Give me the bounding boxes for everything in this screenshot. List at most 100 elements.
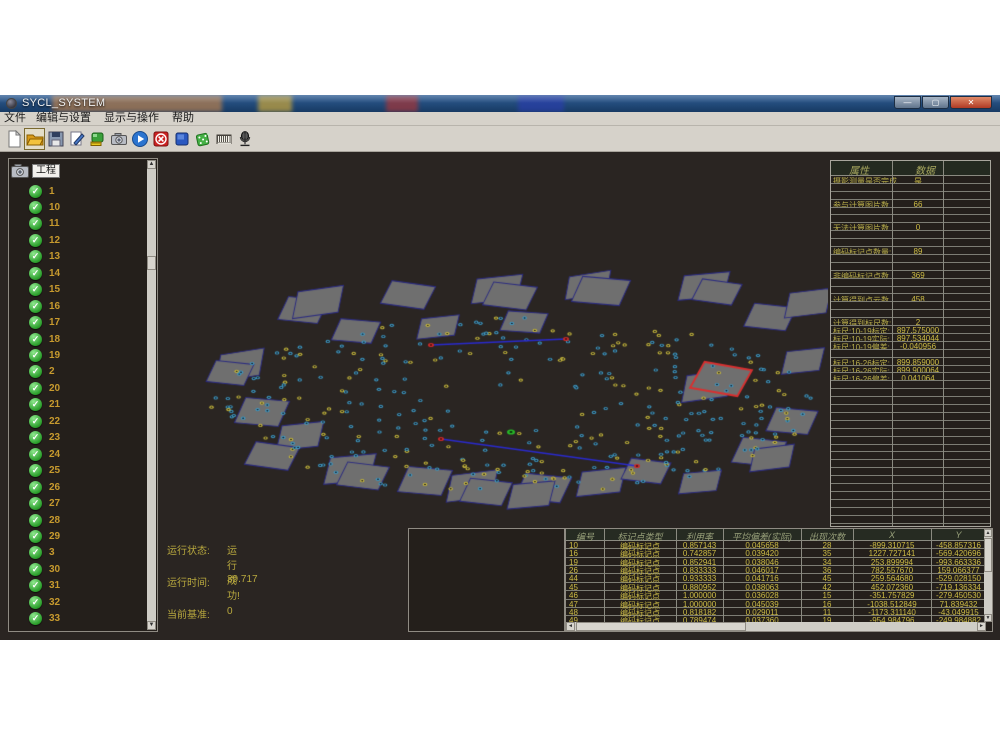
tree-item-label: 11 (49, 218, 60, 229)
tree-item[interactable]: ✓1 (29, 183, 55, 199)
toolbar-points-button[interactable] (192, 128, 213, 150)
project-tree-header[interactable]: 工程 (11, 163, 60, 179)
stats-row (831, 429, 990, 437)
tree-item[interactable]: ✓16 (29, 298, 60, 314)
toolbar-stop-button[interactable] (150, 128, 171, 150)
tree-scrollbar[interactable]: ▲ ▼ (147, 160, 156, 630)
camera-icon (11, 164, 29, 178)
tree-item[interactable]: ✓11 (29, 216, 60, 232)
scroll-right-icon[interactable]: ► (977, 622, 986, 631)
tree-item[interactable]: ✓14 (29, 265, 60, 281)
toolbar-new-button[interactable] (3, 128, 24, 150)
scroll-left-icon[interactable]: ◄ (566, 622, 575, 631)
results-header-cell[interactable]: X (853, 530, 931, 540)
tree-item[interactable]: ✓17 (29, 315, 60, 331)
stats-row (831, 192, 990, 200)
scroll-thumb[interactable] (984, 538, 992, 572)
stats-row (831, 381, 990, 389)
toolbar-calibration-button[interactable] (87, 128, 108, 150)
toolbar-window-button[interactable] (171, 128, 192, 150)
tree-item[interactable]: ✓12 (29, 232, 60, 248)
check-icon: ✓ (29, 431, 42, 444)
scroll-thumb[interactable] (576, 622, 746, 631)
scroll-thumb[interactable] (147, 256, 156, 270)
tree-item[interactable]: ✓31 (29, 578, 60, 594)
toolbar-edit-button[interactable] (66, 128, 87, 150)
menu-item-display-ops[interactable]: 显示与操作 (104, 112, 159, 125)
scroll-up-icon[interactable]: ▲ (984, 529, 992, 537)
dice-points-icon (194, 130, 212, 148)
tree-item[interactable]: ✓25 (29, 463, 60, 479)
tree-item[interactable]: ✓10 (29, 199, 60, 215)
stats-row (831, 468, 990, 476)
results-row[interactable]: 48编码标记点0.8181820.02901111-1173.311140-43… (566, 608, 986, 616)
results-row[interactable]: 47编码标记点1.0000000.04503916-1038.51284971.… (566, 600, 986, 608)
menu-item-edit-settings[interactable]: 编辑与设置 (36, 112, 91, 125)
tree-item[interactable]: ✓28 (29, 512, 60, 528)
results-column-divider (931, 529, 932, 631)
stats-row: 非编码标记点数...369 (831, 271, 990, 279)
results-row[interactable]: 16编码标记点0.7428570.039420351227.727141-569… (566, 549, 986, 557)
stats-row (831, 508, 990, 516)
tree-item[interactable]: ✓15 (29, 282, 60, 298)
tree-item[interactable]: ✓ 23 (29, 430, 60, 446)
tree-item[interactable]: ✓2 (29, 364, 55, 380)
stats-row (831, 405, 990, 413)
results-hscrollbar[interactable]: ◄ ► (566, 622, 986, 631)
tree-item[interactable]: ✓33 (29, 611, 60, 627)
scroll-down-icon[interactable]: ▼ (984, 614, 992, 622)
toolbar (0, 126, 1000, 152)
tree-item[interactable]: ✓19 (29, 348, 60, 364)
tree-item[interactable]: ✓22 (29, 413, 60, 429)
stats-property: 编码标记点数量: (833, 247, 891, 255)
results-header-cell[interactable]: Y (931, 530, 986, 540)
edit-page-icon (68, 130, 86, 148)
results-row[interactable]: 10编码标记点0.8571430.04565828-899.310715-458… (566, 541, 986, 549)
stats-value: 369 (893, 271, 943, 279)
stop-icon (152, 130, 170, 148)
toolbar-save-button[interactable] (45, 128, 66, 150)
tree-item[interactable]: ✓18 (29, 331, 60, 347)
scroll-up-icon[interactable]: ▲ (147, 160, 156, 169)
toolbar-camera-button[interactable] (108, 128, 129, 150)
tree-item[interactable]: ✓21 (29, 397, 60, 413)
tree-item[interactable]: ✓27 (29, 496, 60, 512)
empty-panel (408, 528, 565, 632)
stats-row: 计算得到点云数...458 (831, 295, 990, 303)
toolbar-open-button[interactable] (24, 128, 45, 150)
tree-item[interactable]: ✓26 (29, 479, 60, 495)
title-bar[interactable]: SYCL_SYSTEM — ▢ ✕ (0, 95, 1000, 112)
client-area: ✓1✓10✓11✓12✓13✓14✓15✓16✓17✓18✓19✓2✓20✓21… (0, 152, 1000, 640)
tree-item[interactable]: ✓20 (29, 380, 60, 396)
stats-row (831, 484, 990, 492)
check-icon: ✓ (29, 267, 42, 280)
results-row[interactable]: 46编码标记点1.0000000.03602815-351.757829-279… (566, 591, 986, 599)
minimize-button[interactable]: — (894, 96, 921, 109)
toolbar-barcode-button[interactable] (213, 128, 234, 150)
scroll-down-icon[interactable]: ▼ (147, 621, 156, 630)
toolbar-mic-button[interactable] (234, 128, 255, 150)
tree-item[interactable]: ✓24 (29, 446, 60, 462)
maximize-button[interactable]: ▢ (922, 96, 949, 109)
tree-item[interactable]: ✓13 (29, 249, 60, 265)
results-vscrollbar[interactable]: ▲ ▼ (984, 529, 992, 622)
stats-row (831, 445, 990, 453)
toolbar-run-button[interactable] (129, 128, 150, 150)
results-row[interactable]: 26编码标记点0.8333330.04601736782.557670159.0… (566, 566, 986, 574)
menu-item-file[interactable]: 文件 (4, 112, 26, 125)
stats-row: 标尺:16-26实际:899.900064 (831, 366, 990, 374)
tree-item[interactable]: ✓30 (29, 561, 60, 577)
results-row[interactable]: 44编码标记点0.9333330.04171645259.564680-529.… (566, 574, 986, 582)
tree-item-label: 28 (49, 515, 60, 526)
close-button[interactable]: ✕ (950, 96, 992, 109)
tree-item-label: 16 (49, 301, 60, 312)
stats-row (831, 302, 990, 310)
tree-item[interactable]: ✓32 (29, 594, 60, 610)
tree-item[interactable]: ✓29 (29, 528, 60, 544)
menu-item-help[interactable]: 帮助 (172, 112, 194, 125)
tree-item[interactable]: ✓3 (29, 545, 55, 561)
tree-item-label: 23 (49, 432, 60, 443)
results-row[interactable]: 45编码标记点0.8809520.03806342452.072360-719.… (566, 583, 986, 591)
project-root-label[interactable]: 工程 (32, 164, 60, 178)
results-row[interactable]: 19编码标记点0.8529410.03804634253.899994-993.… (566, 558, 986, 566)
